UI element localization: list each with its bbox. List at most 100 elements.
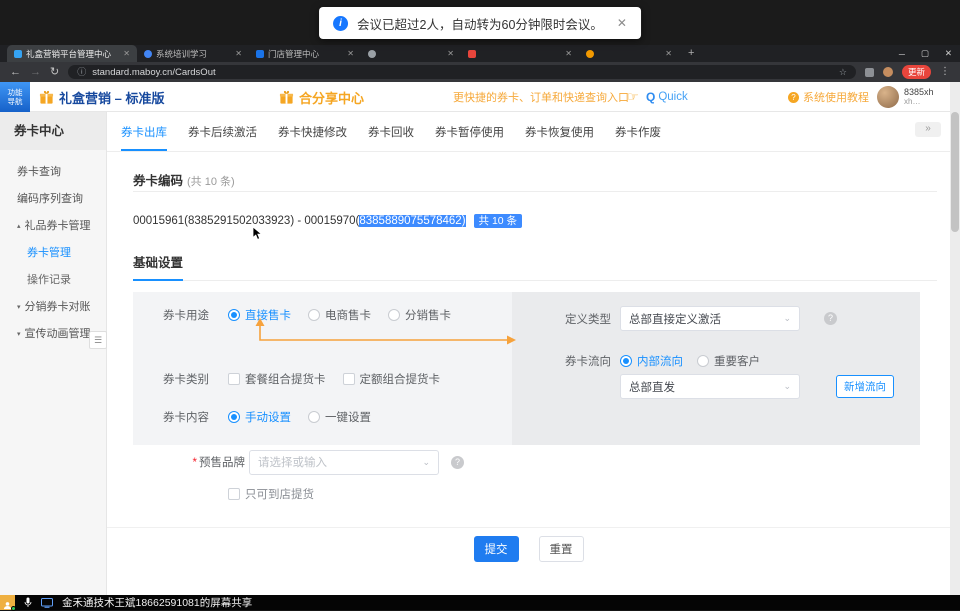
define-type-select[interactable]: 总部直接定义激活 ⌄ [620,306,800,331]
screen-share-icon [41,598,53,608]
window-maximize-button[interactable]: ▢ [921,48,929,59]
mic-icon [24,597,32,608]
browser-tab[interactable]: ✕ [461,45,579,62]
gift-icon [279,90,294,105]
sidebar-group-distribution-reconciliation[interactable]: ▾分销券卡对账 [0,294,106,321]
browser-menu-icon[interactable]: ⋮ [940,67,950,77]
window-controls: ─ ▢ ✕ [899,45,952,62]
browser-profile-avatar[interactable] [883,67,893,77]
radio-manual-setting[interactable]: 手动设置 [228,409,291,425]
nav-badge-line2: 导航 [8,97,23,106]
function-nav-badge[interactable]: 功能 导航 [0,82,30,112]
pointing-hand-icon: ☞ [627,82,639,112]
tab-close-icon[interactable]: ✕ [123,49,130,58]
sidebar-group-label: 宣传动画管理 [25,328,91,340]
online-status-dot [11,606,16,611]
user-subtext: xh… [904,97,934,107]
tab-card-recycle[interactable]: 券卡回收 [368,112,414,151]
help-icon[interactable]: ? [824,312,837,325]
radio-internal-flow[interactable]: 内部流向 [620,353,683,369]
usage-label: 券卡用途 [133,307,209,323]
code-count-badge: 共 10 条 [474,214,523,228]
store-only-row[interactable]: 只可到店提货 [228,486,314,502]
browser-tab[interactable]: ✕ [361,45,461,62]
presale-brand-label: *预售品牌 [133,454,245,470]
browser-tab[interactable]: 门店管理中心 ✕ [249,45,361,62]
new-tab-button[interactable]: + [688,48,694,59]
submit-button[interactable]: 提交 [474,536,519,562]
sidebar-item-card-query[interactable]: 券卡查询 [0,159,106,186]
tab-close-icon[interactable]: ✕ [665,49,672,58]
sidebar-collapse-handle[interactable]: ☰ [89,331,107,349]
screen-share-bar: 金禾通技术王斌18662591081的屏幕共享 [0,595,960,610]
flow-select[interactable]: 总部直发 ⌄ [620,374,800,399]
tab-card-later-activation[interactable]: 券卡后续激活 [188,112,257,151]
sidebar-group-gift-card-management[interactable]: ▴礼品券卡管理 [0,213,106,240]
toast-close-icon[interactable]: ✕ [617,16,627,30]
tab-card-outbound[interactable]: 券卡出库 [121,112,167,151]
checkbox-fixed-amount-combo-card[interactable]: 定额组合提货卡 [343,371,441,387]
tab-title: 礼盒营销平台管理中心 [26,48,119,60]
tab-close-icon[interactable]: ✕ [565,49,572,58]
tab-card-quick-edit[interactable]: 券卡快捷修改 [278,112,347,151]
browser-tabbar: 礼盒营销平台管理中心 ✕ 系统培训学习 ✕ 门店管理中心 ✕ ✕ ✕ ✕ + [0,45,960,62]
browser-update-button[interactable]: 更新 [902,65,931,79]
basic-settings-header: 基础设置 [133,252,937,281]
tab-close-icon[interactable]: ✕ [347,49,354,58]
tab-card-void[interactable]: 券卡作废 [615,112,661,151]
card-codes-title: 券卡编码 [133,174,183,188]
checkbox-package-combo-card[interactable]: 套餐组合提货卡 [228,371,326,387]
checkbox-icon[interactable] [228,488,240,500]
checkbox-icon [343,373,355,385]
chevron-down-icon: ⌄ [783,381,791,392]
tab-close-icon[interactable]: ✕ [447,49,454,58]
radio-important-customer[interactable]: 重要客户 [697,353,760,369]
tab-favicon-icon [144,50,152,58]
window-minimize-button[interactable]: ─ [899,49,905,59]
bookmark-star-icon[interactable]: ☆ [839,68,847,77]
page-scrollbar[interactable] [950,82,960,595]
checkbox-icon [228,373,240,385]
sidebar-item-code-sequence-query[interactable]: 编码序列查询 [0,186,106,213]
forward-icon[interactable]: → [30,67,41,78]
define-type-label: 定义类型 [512,311,611,327]
presale-brand-placeholder: 请选择或输入 [258,454,327,470]
browser-tab-active[interactable]: 礼盒营销平台管理中心 ✕ [7,45,137,62]
taskbar-avatar-icon[interactable] [0,595,15,610]
reset-button[interactable]: 重置 [539,536,584,562]
double-chevron-icon[interactable]: » [915,122,941,137]
tab-card-restore[interactable]: 券卡恢复使用 [525,112,594,151]
presale-brand-select[interactable]: 请选择或输入 ⌄ [249,450,439,475]
user-info[interactable]: 8385xh xh… [877,82,934,112]
tab-card-suspend[interactable]: 券卡暂停使用 [435,112,504,151]
site-info-icon[interactable]: ⓘ [77,68,86,77]
back-icon[interactable]: ← [10,67,21,78]
browser-tab[interactable]: ✕ [579,45,679,62]
mouse-cursor [252,226,264,242]
reload-icon[interactable]: ↻ [50,67,59,78]
help-icon[interactable]: ? [451,456,464,469]
sidebar-item-operation-records[interactable]: 操作记录 [0,267,106,294]
toast-message: 会议已超过2人，自动转为60分钟限时会议。 [357,14,603,33]
collapse-arrow-icon: ▾ [17,331,21,338]
browser-tab[interactable]: 系统培训学习 ✕ [137,45,249,62]
window-close-button[interactable]: ✕ [945,48,952,59]
radio-one-key-setting[interactable]: 一键设置 [308,409,371,425]
user-avatar[interactable] [877,86,899,108]
tab-close-icon[interactable]: ✕ [235,49,242,58]
info-icon: i [333,16,348,31]
screen-share-text: 金禾通技术王斌18662591081的屏幕共享 [62,595,252,610]
category-label: 券卡类别 [133,371,209,387]
share-center-link[interactable]: 合分享中心 [279,82,364,112]
extensions-icon[interactable] [865,68,874,77]
tab-title: 系统培训学习 [156,48,231,60]
quick-search-link[interactable]: Q Quick [646,82,688,112]
tab-favicon-icon [14,50,22,58]
address-bar[interactable]: ⓘ standard.maboy.cn/CardsOut ☆ [68,65,856,79]
add-flow-button[interactable]: 新增流向 [836,375,894,398]
sidebar-item-card-management[interactable]: 券卡管理 [0,240,106,267]
collapse-arrow-icon: ▾ [17,304,21,311]
radio-icon [697,355,709,367]
tutorial-link[interactable]: ? 系统使用教程 [788,82,869,112]
scrollbar-thumb[interactable] [951,112,959,232]
